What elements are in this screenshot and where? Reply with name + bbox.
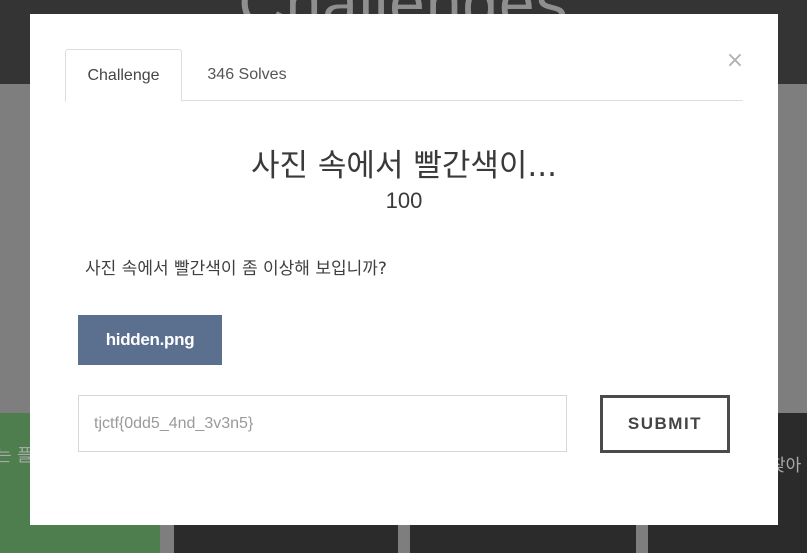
modal-tabs: Challenge 346 Solves	[65, 49, 743, 102]
challenge-tile	[174, 525, 398, 553]
challenge-value: 100	[385, 188, 423, 213]
flag-input[interactable]	[78, 395, 567, 452]
challenge-description: 사진 속에서 빨간색이 좀 이상해 보입니까?	[85, 259, 387, 279]
challenge-name: 사진 속에서 빨간색이...	[251, 148, 557, 184]
tab-challenge[interactable]: Challenge	[65, 49, 182, 102]
challenge-tile	[410, 525, 636, 553]
challenge-tile-label: 는 플	[0, 446, 33, 466]
submit-button[interactable]: SUBMIT	[600, 395, 730, 453]
download-file-button[interactable]: hidden.png	[78, 315, 222, 365]
tab-solves[interactable]: 346 Solves	[182, 49, 312, 101]
challenge-modal: × Challenge 346 Solves 사진 속에서 빨간색이... 10…	[30, 14, 778, 525]
